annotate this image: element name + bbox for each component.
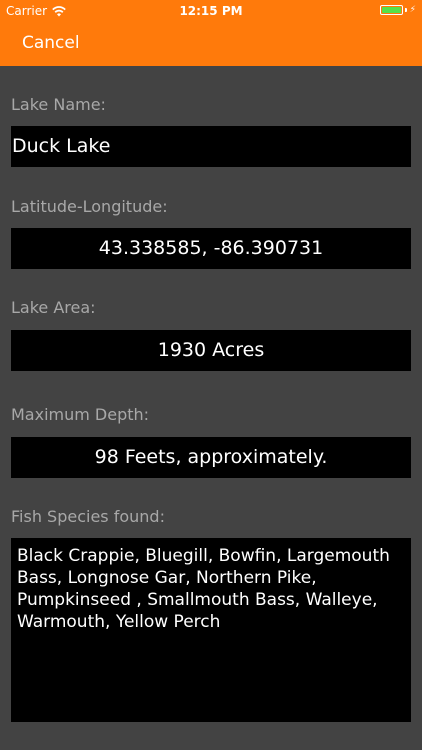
lake-area-label: Lake Area:	[11, 298, 96, 317]
lake-area-field[interactable]: 1930 Acres	[11, 330, 411, 371]
battery-icon	[379, 5, 403, 15]
lake-name-label: Lake Name:	[11, 95, 106, 114]
status-bar: Carrier 12:15 PM ⚡	[0, 0, 422, 22]
max-depth-label: Maximum Depth:	[11, 405, 150, 424]
lat-long-field[interactable]: 43.338585, -86.390731	[11, 228, 411, 269]
clock: 12:15 PM	[179, 4, 243, 18]
lat-long-label: Latitude-Longitude:	[11, 197, 168, 216]
battery-cap	[404, 8, 407, 12]
navigation-bar: Carrier 12:15 PM ⚡ Cancel	[0, 0, 422, 66]
fish-species-label: Fish Species found:	[11, 507, 165, 526]
battery-indicator: ⚡	[379, 5, 416, 15]
lake-name-field[interactable]: Duck Lake	[11, 126, 411, 167]
battery-level	[381, 7, 401, 13]
max-depth-field[interactable]: 98 Feets, approximately.	[11, 437, 411, 478]
cancel-button[interactable]: Cancel	[22, 32, 80, 54]
charging-bolt-icon: ⚡	[409, 5, 416, 15]
fish-species-textarea[interactable]: Black Crappie, Bluegill, Bowfin, Largemo…	[11, 538, 411, 722]
